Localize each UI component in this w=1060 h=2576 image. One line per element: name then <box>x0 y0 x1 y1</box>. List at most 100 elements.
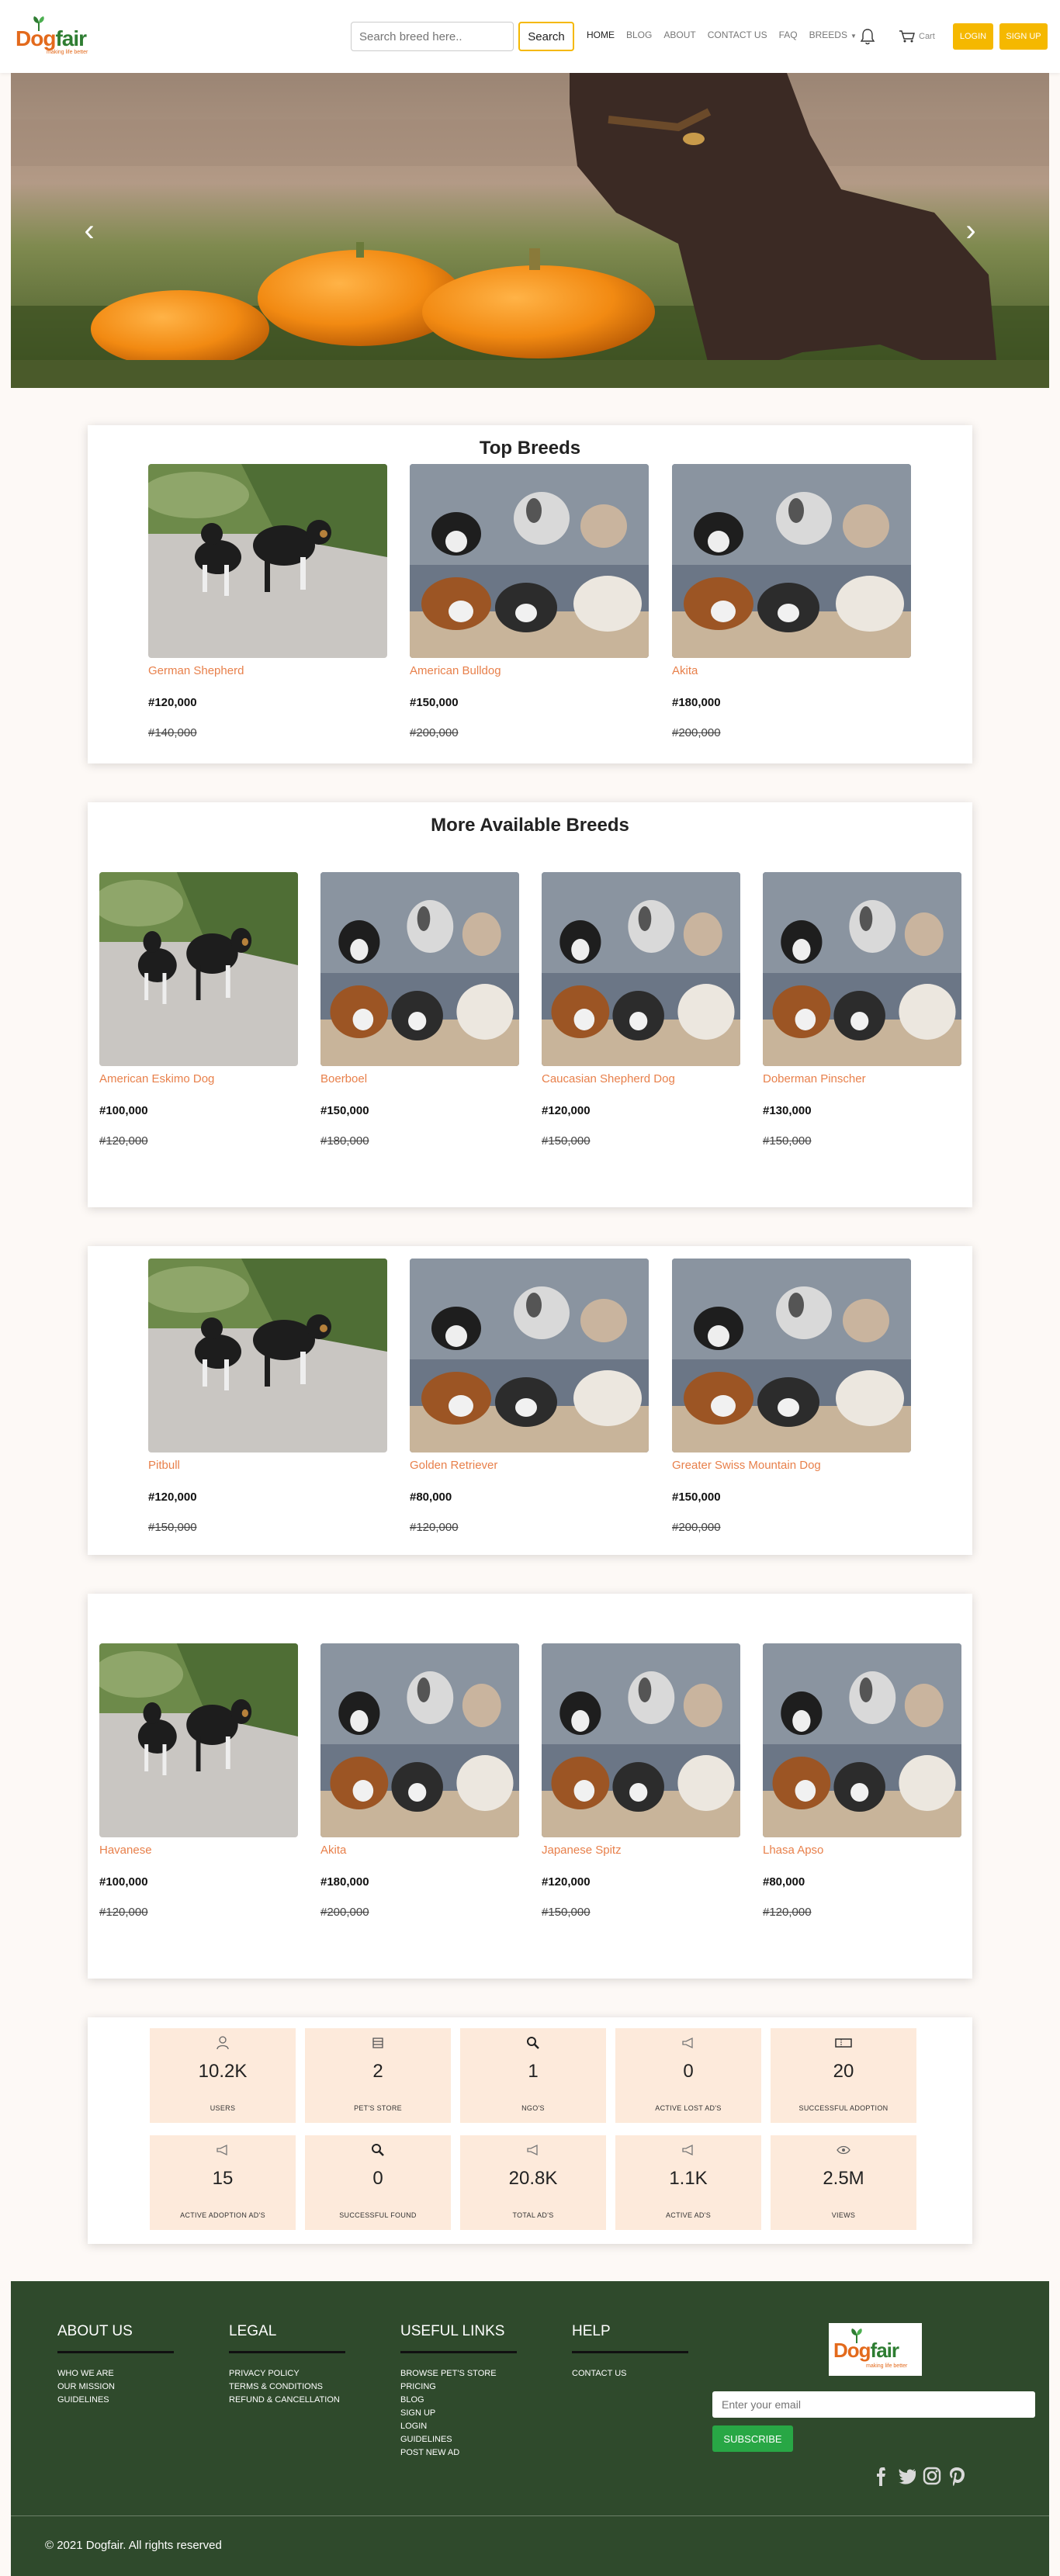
breed-photo[interactable] <box>763 872 961 1066</box>
nav-contact[interactable]: CONTACT US <box>708 29 767 43</box>
breed-photo[interactable] <box>320 872 519 1066</box>
nav-home[interactable]: HOME <box>587 29 615 43</box>
breed-name[interactable]: Golden Retriever <box>410 1459 649 1472</box>
footer-link[interactable]: BROWSE PET'S STORE <box>400 2367 517 2380</box>
breed-name[interactable]: Akita <box>672 664 911 677</box>
breed-card[interactable]: Akita #180,000 #200,000 <box>672 464 911 739</box>
breed-price: #120,000 <box>148 1491 197 1504</box>
footer-link[interactable]: PRICING <box>400 2380 517 2394</box>
login-button[interactable]: LOGIN <box>953 23 993 50</box>
stat-value: 0 <box>372 2168 383 2189</box>
stat-value: 1 <box>528 2061 539 2082</box>
breed-photo[interactable] <box>672 464 911 658</box>
nav-faq[interactable]: FAQ <box>779 29 798 43</box>
breed-name[interactable]: American Eskimo Dog <box>99 1072 298 1085</box>
breed-photo[interactable] <box>320 1643 519 1837</box>
breed-photo[interactable] <box>148 1259 387 1452</box>
breed-photo[interactable] <box>410 1259 649 1452</box>
search-input[interactable] <box>351 22 514 51</box>
breed-name[interactable]: Doberman Pinscher <box>763 1072 961 1085</box>
nav-breeds-dropdown[interactable]: BREEDS ▼ <box>809 29 857 43</box>
footer-link[interactable]: GUIDELINES <box>400 2433 517 2446</box>
newsletter-email-input[interactable] <box>712 2391 1035 2418</box>
breed-card[interactable]: Japanese Spitz #120,000 #150,000 <box>542 1643 740 1919</box>
footer-link[interactable]: LOGIN <box>400 2420 517 2433</box>
breed-photo[interactable] <box>148 464 387 658</box>
breed-card[interactable]: German Shepherd #120,000 #140,000 <box>148 464 387 739</box>
search-button[interactable]: Search <box>518 22 574 51</box>
footer-heading: HELP <box>572 2323 611 2339</box>
carousel-next-button[interactable]: › <box>959 211 982 250</box>
breed-photo[interactable] <box>99 1643 298 1837</box>
stat-label: ACTIVE ADOPTION AD'S <box>180 2211 265 2219</box>
footer-link[interactable]: TERMS & CONDITIONS <box>229 2380 345 2394</box>
stat-label: VIEWS <box>831 2211 856 2219</box>
breed-card[interactable]: Akita #180,000 #200,000 <box>320 1643 519 1919</box>
twitter-icon[interactable] <box>897 2464 917 2488</box>
logo[interactable]: Dogfair making life better <box>16 16 101 59</box>
breed-card[interactable]: Pitbull #120,000 #150,000 <box>148 1259 387 1534</box>
breed-photo[interactable] <box>410 464 649 658</box>
breed-card[interactable]: American Bulldog #150,000 #200,000 <box>410 464 649 739</box>
footer-link[interactable]: REFUND & CANCELLATION <box>229 2394 345 2407</box>
breed-name[interactable]: Akita <box>320 1844 519 1857</box>
top-breeds-section: Top Breeds German Shepherd #120,000 #140,0… <box>88 425 972 763</box>
nav-blog[interactable]: BLOG <box>626 29 652 43</box>
footer-link[interactable]: GUIDELINES <box>57 2394 174 2407</box>
footer-link[interactable]: WHO WE ARE <box>57 2367 174 2380</box>
breed-photo[interactable] <box>542 872 740 1066</box>
user-icon <box>150 2034 296 2051</box>
stat-tile: 15 ACTIVE ADOPTION AD'S <box>150 2135 296 2230</box>
breed-name[interactable]: Lhasa Apso <box>763 1844 961 1857</box>
breed-photo[interactable] <box>763 1643 961 1837</box>
breed-name[interactable]: Pitbull <box>148 1459 387 1472</box>
breed-name[interactable]: Greater Swiss Mountain Dog <box>672 1459 911 1472</box>
breed-price: #130,000 <box>763 1104 812 1117</box>
footer-link[interactable]: BLOG <box>400 2394 517 2407</box>
breed-price: #150,000 <box>320 1104 369 1117</box>
breed-name[interactable]: Caucasian Shepherd Dog <box>542 1072 740 1085</box>
footer-link[interactable]: OUR MISSION <box>57 2380 174 2394</box>
breed-card[interactable]: Golden Retriever #80,000 #120,000 <box>410 1259 649 1534</box>
breed-name[interactable]: German Shepherd <box>148 664 387 677</box>
stat-tile: 2.5M VIEWS <box>771 2135 916 2230</box>
breed-card[interactable]: Havanese #100,000 #120,000 <box>99 1643 298 1919</box>
magnifier-icon <box>305 2141 451 2159</box>
breed-name[interactable]: Havanese <box>99 1844 298 1857</box>
breed-card[interactable]: American Eskimo Dog #100,000 #120,000 <box>99 872 298 1148</box>
breed-old-price: #200,000 <box>672 1521 721 1534</box>
pinterest-icon[interactable] <box>947 2464 967 2488</box>
breed-card[interactable]: Lhasa Apso #80,000 #120,000 <box>763 1643 961 1919</box>
breed-card[interactable]: Boerboel #150,000 #180,000 <box>320 872 519 1148</box>
footer-link[interactable]: CONTACT US <box>572 2367 688 2380</box>
stat-label: SUCCESSFUL ADOPTION <box>798 2104 889 2112</box>
breed-old-price: #120,000 <box>410 1521 459 1534</box>
signup-button[interactable]: SIGN UP <box>999 23 1048 50</box>
instagram-icon[interactable] <box>922 2464 942 2488</box>
breed-old-price: #140,000 <box>148 726 197 739</box>
breed-card[interactable]: Caucasian Shepherd Dog #120,000 #150,000 <box>542 872 740 1148</box>
footer-logo[interactable]: Dogfair making life better <box>829 2323 922 2376</box>
breed-price: #80,000 <box>763 1875 805 1889</box>
cart-link[interactable]: Cart <box>899 28 935 45</box>
breed-card[interactable]: Greater Swiss Mountain Dog #150,000 #200,0… <box>672 1259 911 1534</box>
breed-photo[interactable] <box>99 872 298 1066</box>
breed-name[interactable]: Boerboel <box>320 1072 519 1085</box>
footer-link[interactable]: SIGN UP <box>400 2407 517 2420</box>
carousel-prev-button[interactable]: ‹ <box>78 211 101 250</box>
facebook-icon[interactable] <box>872 2464 892 2488</box>
bell-icon[interactable] <box>860 28 875 45</box>
subscribe-button[interactable]: SUBSCRIBE <box>712 2425 793 2452</box>
footer-link[interactable]: POST NEW AD <box>400 2446 517 2460</box>
nav-about[interactable]: ABOUT <box>663 29 695 43</box>
breed-name[interactable]: Japanese Spitz <box>542 1844 740 1857</box>
divider <box>572 2351 688 2353</box>
breed-photo[interactable] <box>542 1643 740 1837</box>
stat-value: 15 <box>212 2168 234 2189</box>
logo-wordmark: Dogfair <box>833 2339 899 2362</box>
breed-card[interactable]: Doberman Pinscher #130,000 #150,000 <box>763 872 961 1148</box>
breed-photo[interactable] <box>672 1259 911 1452</box>
footer-link[interactable]: PRIVACY POLICY <box>229 2367 345 2380</box>
breed-name[interactable]: American Bulldog <box>410 664 649 677</box>
stat-tile: 0 SUCCESSFUL FOUND <box>305 2135 451 2230</box>
